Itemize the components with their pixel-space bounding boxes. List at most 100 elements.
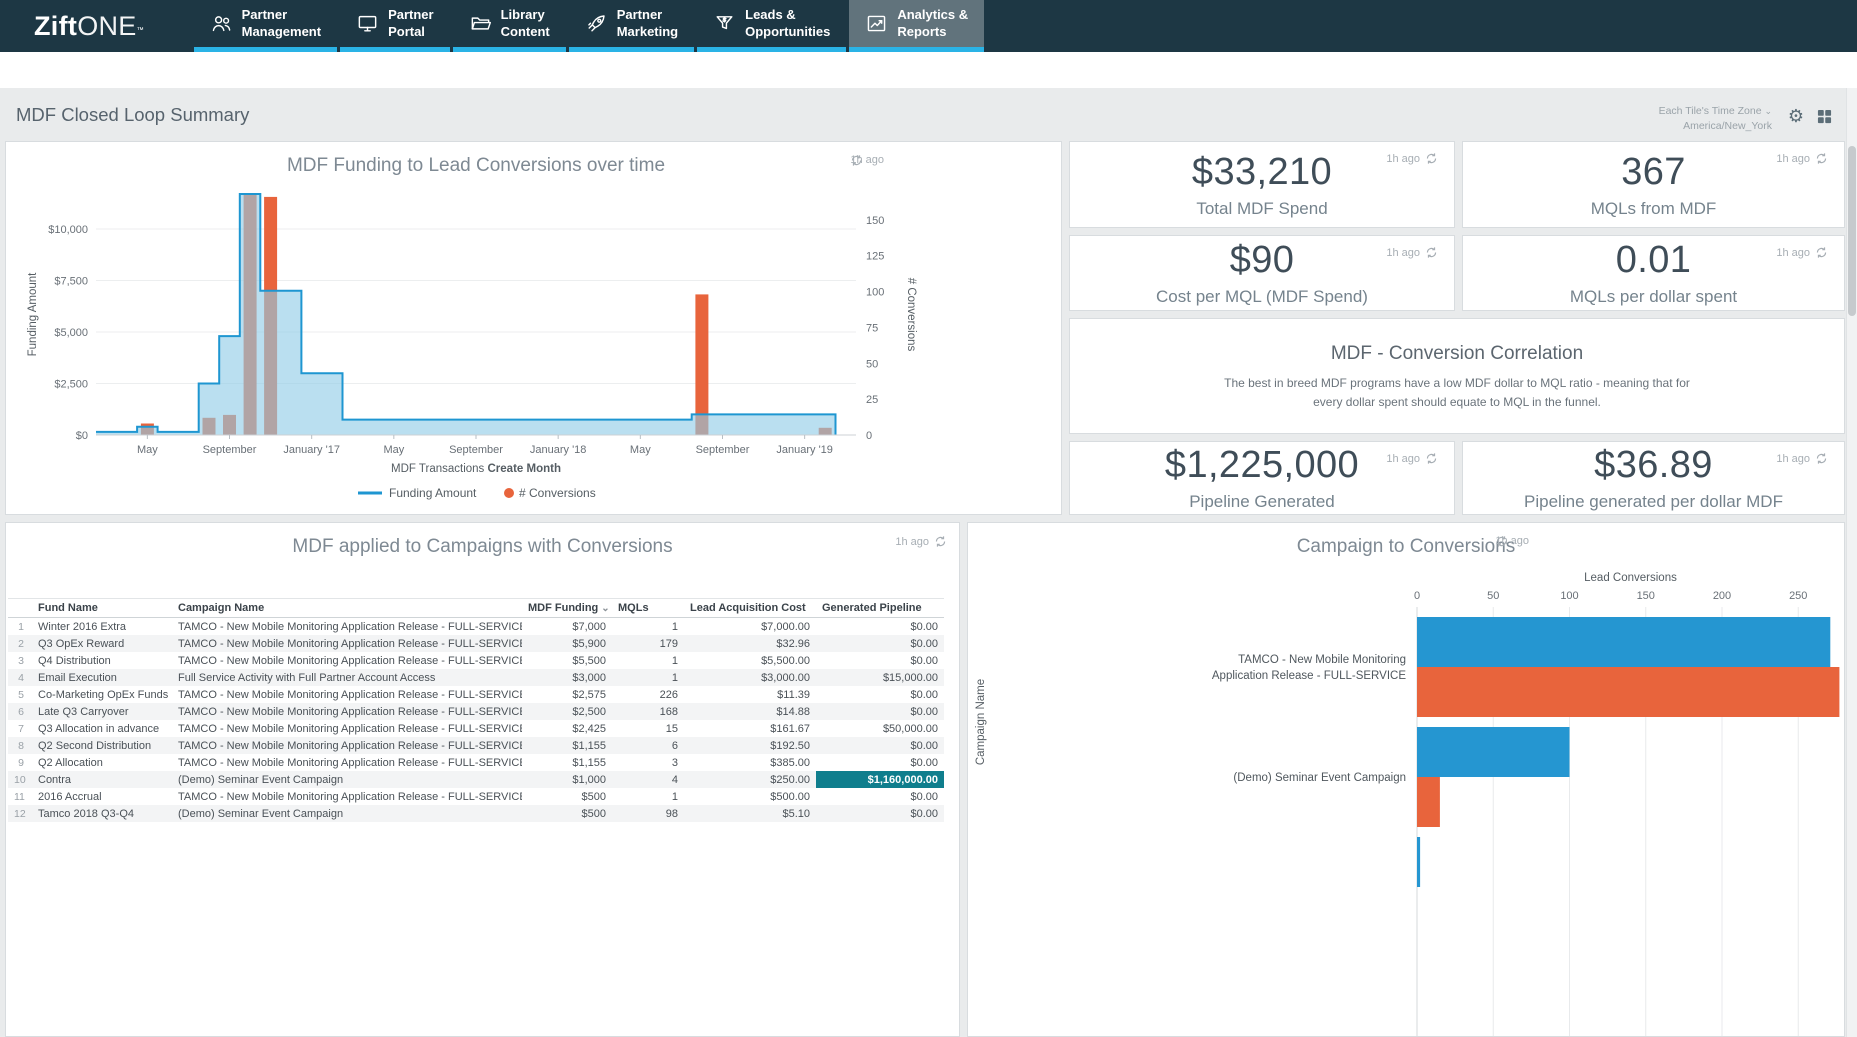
fund-name-cell: Q4 Distribution xyxy=(32,652,172,669)
bar-orange[interactable] xyxy=(1417,667,1839,717)
table-row[interactable]: 5Co-Marketing OpEx FundsTAMCO - New Mobi… xyxy=(8,686,944,703)
nav-item-partner-management[interactable]: PartnerManagement xyxy=(194,0,337,52)
sort-desc-icon: ⌄ xyxy=(601,603,609,614)
bars[interactable] xyxy=(1417,617,1839,887)
tile-mdf-funding-chart: MDF Funding to Lead Conversions over tim… xyxy=(5,141,1062,515)
fund-name-cell: Late Q3 Carryover xyxy=(32,703,172,720)
bar-blue[interactable] xyxy=(1417,727,1570,777)
y-axis-right: 0255075100125150 xyxy=(866,215,884,442)
column-header-mdf-funding[interactable]: MDF Funding⌄ xyxy=(522,599,612,618)
row-number: 3 xyxy=(8,652,32,669)
fund-name-cell: Contra xyxy=(32,771,172,788)
mdf-funding-cell: $2,500 xyxy=(522,703,612,720)
y-axis-title: Campaign Name xyxy=(975,679,987,765)
scrollbar-thumb[interactable] xyxy=(1848,146,1856,316)
nav-item-library-content[interactable]: LibraryContent xyxy=(453,0,566,52)
kpi-value: $1,225,000 xyxy=(1165,444,1359,487)
kpi-value: $90 xyxy=(1230,239,1295,282)
table-row[interactable]: 12Tamco 2018 Q3-Q4(Demo) Seminar Event C… xyxy=(8,805,944,822)
bar-blue[interactable] xyxy=(1417,617,1830,667)
table-row[interactable]: 3Q4 DistributionTAMCO - New Mobile Monit… xyxy=(8,652,944,669)
bar-orange[interactable] xyxy=(1417,777,1440,827)
svg-text:May: May xyxy=(137,444,158,456)
nav-item-partner-portal[interactable]: PartnerPortal xyxy=(340,0,450,52)
campaign-name-cell: Full Service Activity with Full Partner … xyxy=(172,669,522,686)
table-row[interactable]: 1Winter 2016 ExtraTAMCO - New Mobile Mon… xyxy=(8,618,944,636)
svg-text:Application Release - FULL-SER: Application Release - FULL-SERVICE xyxy=(1212,670,1406,682)
dashboard-grid-icon[interactable] xyxy=(1817,109,1832,129)
table-row[interactable]: 7Q3 Allocation in advanceTAMCO - New Mob… xyxy=(8,720,944,737)
ziftone-logo[interactable]: ZiftONE™ xyxy=(0,0,184,52)
lead-acquisition-cost-cell: $5,500.00 xyxy=(684,652,816,669)
chart-legend: Funding Amount# Conversions xyxy=(358,486,596,500)
mqls-cell: 15 xyxy=(612,720,684,737)
timezone-value: America/New_York xyxy=(1659,119,1772,134)
page-title: MDF Closed Loop Summary xyxy=(16,104,249,126)
page-scrollbar[interactable] xyxy=(1846,88,1857,1037)
kpi-tile-total-mdf-spend: 1h ago$33,210Total MDF Spend xyxy=(1069,141,1455,228)
refresh-icon xyxy=(934,535,947,548)
table-row[interactable]: 2Q3 OpEx RewardTAMCO - New Mobile Monito… xyxy=(8,635,944,652)
column-header-fund-name[interactable]: Fund Name xyxy=(32,599,172,618)
nav-item-analytics-reports[interactable]: Analytics &Reports xyxy=(849,0,984,52)
kpi-label: MQLs from MDF xyxy=(1591,199,1717,219)
kpi-tile-pipeline-generated: 1h ago$1,225,000Pipeline Generated xyxy=(1069,441,1455,515)
svg-text:(Demo) Seminar Event Campaign: (Demo) Seminar Event Campaign xyxy=(1233,772,1406,784)
table-row[interactable]: 4Email ExecutionFull Service Activity wi… xyxy=(8,669,944,686)
tile-campaign-to-conversions: Campaign to Conversions 1h ago Lead Conv… xyxy=(967,522,1845,1037)
correlation-title: MDF - Conversion Correlation xyxy=(1070,343,1844,365)
folder-icon xyxy=(469,12,492,35)
y-axis-title-right: # Conversions xyxy=(905,278,917,352)
nav-item-label: PartnerMarketing xyxy=(617,7,678,40)
svg-text:January '19: January '19 xyxy=(776,444,833,456)
mdf-funding-cell: $7,000 xyxy=(522,618,612,636)
column-header-lead-acquisition-cost[interactable]: Lead Acquisition Cost xyxy=(684,599,816,618)
gear-icon[interactable]: ⚙ xyxy=(1788,106,1804,127)
svg-text:May: May xyxy=(630,444,651,456)
svg-text:$0: $0 xyxy=(76,430,88,442)
column-header-campaign-name[interactable]: Campaign Name xyxy=(172,599,522,618)
campaign-name-cell: TAMCO - New Mobile Monitoring Applicatio… xyxy=(172,754,522,771)
table-row[interactable]: 9Q2 AllocationTAMCO - New Mobile Monitor… xyxy=(8,754,944,771)
timezone-selector[interactable]: Each Tile's Time Zone ⌄ America/New_York xyxy=(1659,104,1772,133)
generated-pipeline-cell: $0.00 xyxy=(816,652,944,669)
svg-text:TAMCO - New Mobile Monitoring: TAMCO - New Mobile Monitoring xyxy=(1238,654,1406,666)
kpi-label: Total MDF Spend xyxy=(1196,199,1327,219)
table-row[interactable]: 112016 AccrualTAMCO - New Mobile Monitor… xyxy=(8,788,944,805)
svg-text:January '17: January '17 xyxy=(283,444,340,456)
nav-item-label: PartnerPortal xyxy=(388,7,434,40)
nav-item-partner-marketing[interactable]: PartnerMarketing xyxy=(569,0,694,52)
row-number: 11 xyxy=(8,788,32,805)
mqls-cell: 1 xyxy=(612,788,684,805)
column-header-mqls[interactable]: MQLs xyxy=(612,599,684,618)
svg-text:200: 200 xyxy=(1713,590,1731,602)
table-row[interactable]: 6Late Q3 CarryoverTAMCO - New Mobile Mon… xyxy=(8,703,944,720)
generated-pipeline-cell: $0.00 xyxy=(816,703,944,720)
tile-mdf-conversion-correlation: MDF - Conversion Correlation The best in… xyxy=(1069,318,1845,434)
generated-pipeline-cell: $0.00 xyxy=(816,754,944,771)
nav-item-leads-opportunities[interactable]: Leads &Opportunities xyxy=(697,0,846,52)
tile-age: 1h ago xyxy=(1776,152,1828,165)
svg-text:September: September xyxy=(449,444,503,456)
fund-name-cell: Q2 Second Distribution xyxy=(32,737,172,754)
svg-text:$2,500: $2,500 xyxy=(54,379,88,391)
bar-blue[interactable] xyxy=(1417,837,1420,887)
mdf-funding-cell: $500 xyxy=(522,788,612,805)
monitor-icon xyxy=(356,12,379,35)
row-number: 10 xyxy=(8,771,32,788)
generated-pipeline-cell: $0.00 xyxy=(816,635,944,652)
fund-name-cell: Q2 Allocation xyxy=(32,754,172,771)
refresh-icon xyxy=(1425,452,1438,465)
campaign-conversions-chart: Lead Conversions050100150200250TAMCO - N… xyxy=(968,523,1845,1037)
column-header-generated-pipeline[interactable]: Generated Pipeline xyxy=(816,599,944,618)
x-axis-title: MDF Transactions Create Month xyxy=(391,463,561,475)
svg-text:0: 0 xyxy=(866,430,872,442)
table-row[interactable]: 10Contra(Demo) Seminar Event Campaign$1,… xyxy=(8,771,944,788)
table-row[interactable]: 8Q2 Second DistributionTAMCO - New Mobil… xyxy=(8,737,944,754)
lead-acquisition-cost-cell: $7,000.00 xyxy=(684,618,816,636)
row-number: 6 xyxy=(8,703,32,720)
nav-item-label: Leads &Opportunities xyxy=(745,7,830,40)
mqls-cell: 4 xyxy=(612,771,684,788)
lead-acquisition-cost-cell: $500.00 xyxy=(684,788,816,805)
mqls-cell: 179 xyxy=(612,635,684,652)
